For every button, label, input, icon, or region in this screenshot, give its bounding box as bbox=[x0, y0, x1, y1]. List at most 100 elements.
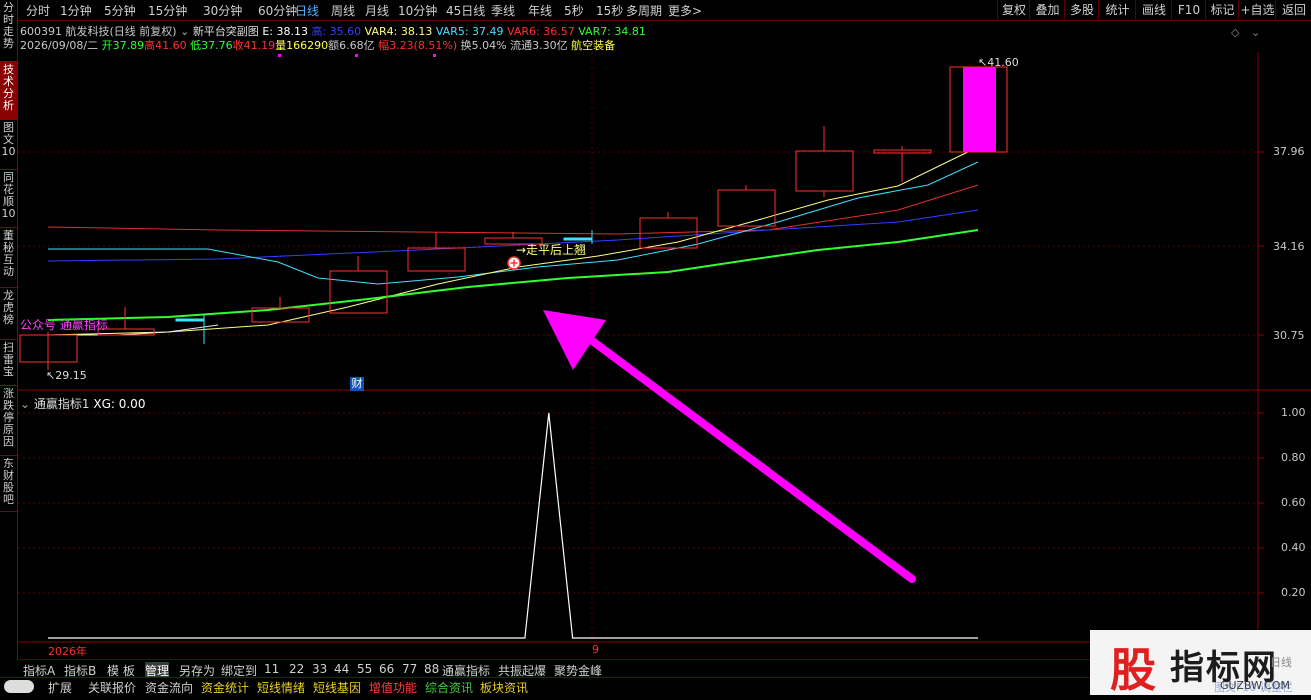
period-1[interactable]: 1分钟 bbox=[60, 2, 92, 19]
period-15[interactable]: 多周期 bbox=[626, 2, 662, 19]
indicator-tab-10[interactable]: 55 bbox=[357, 662, 372, 676]
quote-high: 高41.60 bbox=[144, 39, 187, 52]
indicator-tab-9[interactable]: 44 bbox=[334, 662, 349, 676]
site-watermark: 股 指标网 GUZBW.COM 日线 图文F10 调整栏 bbox=[1090, 630, 1311, 697]
quote-close: 收41.19 bbox=[232, 39, 276, 52]
quote-line: 2026/09/08/二 开37.89高41.60 低37.76收41.19量1… bbox=[20, 37, 615, 53]
quote-float: 流通3.30亿 bbox=[510, 39, 568, 52]
quote-low: 低37.76 bbox=[190, 39, 233, 52]
price-axis-label: 37.96 bbox=[1273, 145, 1305, 158]
finance-badge[interactable]: 财 bbox=[350, 377, 364, 391]
toolbar-button-1[interactable]: 叠加 bbox=[1029, 0, 1065, 20]
ma-red-line bbox=[47, 184, 979, 235]
chevron-down-icon[interactable]: ⌄ bbox=[1251, 26, 1260, 39]
promo-text: 公众号 通赢指标 bbox=[20, 318, 108, 332]
indicator-tab-13[interactable]: 88 bbox=[424, 662, 439, 676]
arrow-annotation bbox=[543, 310, 916, 583]
watermark-tag: 日线 bbox=[1270, 656, 1292, 669]
period-10[interactable]: 45日线 bbox=[446, 2, 485, 19]
low-marker: ↖29.15 bbox=[46, 369, 87, 382]
price-axis-label: 30.75 bbox=[1273, 329, 1305, 342]
watermark-logo-char: 股 bbox=[1110, 643, 1156, 697]
period-6[interactable]: 日线 bbox=[295, 2, 319, 19]
kline-chart[interactable] bbox=[18, 52, 1311, 657]
quote-amount: 额6.68亿 bbox=[328, 39, 375, 52]
info-tab-8[interactable]: 板块资讯 bbox=[480, 679, 528, 696]
indicator-title: 通赢指标1 bbox=[33, 397, 90, 411]
period-0[interactable]: 分时 bbox=[26, 2, 50, 19]
toolbar-button-7[interactable]: +自选 bbox=[1238, 0, 1276, 20]
info-tab-1[interactable]: 关联报价 bbox=[88, 679, 136, 696]
side-tab-0[interactable]: 分时走势 bbox=[0, 0, 17, 62]
signal-annotation: →走平后上翘 bbox=[516, 243, 587, 257]
quote-volume: 量166290 bbox=[275, 39, 329, 52]
info-tab-2[interactable]: 资金流向 bbox=[145, 679, 193, 696]
quote-open: 开37.89 bbox=[101, 39, 145, 52]
side-tab-8[interactable]: 东财股吧 bbox=[0, 456, 17, 512]
indicator-tab-6[interactable]: 11 bbox=[264, 662, 279, 676]
toolbar-button-0[interactable]: 复权 bbox=[997, 0, 1030, 20]
quote-sector: 航空装备 bbox=[571, 39, 616, 52]
period-7[interactable]: 周线 bbox=[331, 2, 355, 19]
toolbar-button-6[interactable]: 标记 bbox=[1205, 0, 1239, 20]
indicator-header: ⌄ 通赢指标1 XG: 0.00 bbox=[20, 395, 145, 412]
toolbar-button-8[interactable]: 返回 bbox=[1275, 0, 1311, 20]
indicator-axis-label: 0.40 bbox=[1281, 541, 1306, 554]
toolbar-button-2[interactable]: 多股 bbox=[1064, 0, 1099, 20]
period-11[interactable]: 季线 bbox=[491, 2, 515, 19]
period-8[interactable]: 月线 bbox=[365, 2, 389, 19]
info-tab-5[interactable]: 短线基因 bbox=[313, 679, 361, 696]
candles bbox=[19, 66, 1008, 370]
indicator-tab-7[interactable]: 22 bbox=[289, 662, 304, 676]
info-tab-bar: 扩展 关联报价 资金流向 资金统计 短线情绪 短线基因 增值功能 综合资讯 板块资讯 bbox=[0, 677, 1090, 696]
left-side-tabs: 分时走势 技术分析 图文10 同花顺10 董秘互动 龙虎榜 扫雷宝 涨跌停原因 东财股吧 bbox=[0, 0, 18, 660]
indicator-tab-bar: 指标A 指标B 模 板管理 另存为 绑定到 11 22 33 44 55 66 77 88 通赢指标 共振起… bbox=[19, 659, 1099, 679]
toolbar-button-5[interactable]: F10 bbox=[1171, 0, 1206, 20]
side-tab-3[interactable]: 同花顺10 bbox=[0, 170, 17, 228]
info-tab-3[interactable]: 资金统计 bbox=[201, 679, 249, 696]
info-tab-7[interactable]: 综合资讯 bbox=[425, 679, 473, 696]
period-5[interactable]: 60分钟 bbox=[258, 2, 297, 19]
x-axis-year: 2026年 bbox=[48, 645, 87, 658]
indicator-axis-label: 0.80 bbox=[1281, 451, 1306, 464]
x-axis-month: 9 bbox=[592, 643, 599, 656]
period-12[interactable]: 年线 bbox=[528, 2, 552, 19]
indicator-axis-label: 0.20 bbox=[1281, 586, 1306, 599]
period-4[interactable]: 30分钟 bbox=[203, 2, 242, 19]
chevron-down-icon[interactable]: ⌄ bbox=[20, 397, 30, 411]
side-tab-7[interactable]: 涨跌停原因 bbox=[0, 386, 17, 456]
side-tab-5[interactable]: 龙虎榜 bbox=[0, 288, 17, 340]
side-tab-6[interactable]: 扫雷宝 bbox=[0, 340, 17, 386]
info-tab-0[interactable]: 扩展 bbox=[48, 679, 72, 696]
high-marker: ↖41.60 bbox=[978, 56, 1019, 69]
period-13[interactable]: 5秒 bbox=[564, 2, 584, 19]
quote-change: 幅3.23(8.51%) bbox=[378, 39, 458, 52]
period-9[interactable]: 10分钟 bbox=[398, 2, 437, 19]
side-tab-2[interactable]: 图文10 bbox=[0, 120, 17, 170]
toggle-switch[interactable] bbox=[4, 680, 34, 693]
indicator-axis-label: 1.00 bbox=[1281, 406, 1306, 419]
xg-value: XG: 0.00 bbox=[93, 397, 146, 411]
diamond-icon[interactable]: ◇ bbox=[1231, 26, 1239, 39]
side-tab-4[interactable]: 董秘互动 bbox=[0, 228, 17, 288]
toolbar-button-4[interactable]: 画线 bbox=[1135, 0, 1172, 20]
info-tab-4[interactable]: 短线情绪 bbox=[257, 679, 305, 696]
side-tab-1[interactable]: 技术分析 bbox=[0, 62, 17, 120]
indicator-axis-label: 0.60 bbox=[1281, 496, 1306, 509]
info-tab-6[interactable]: 增值功能 bbox=[369, 679, 417, 696]
indicator-tab-12[interactable]: 77 bbox=[402, 662, 417, 676]
period-3[interactable]: 15分钟 bbox=[148, 2, 187, 19]
period-2[interactable]: 5分钟 bbox=[104, 2, 136, 19]
indicator-tab-11[interactable]: 66 bbox=[379, 662, 394, 676]
indicator-tab-8[interactable]: 33 bbox=[312, 662, 327, 676]
ma-yellow-line bbox=[47, 146, 979, 336]
toolbar-button-3[interactable]: 统计 bbox=[1098, 0, 1136, 20]
period-16[interactable]: 更多> bbox=[668, 2, 702, 19]
period-14[interactable]: 15秒 bbox=[596, 2, 623, 19]
price-axis-label: 34.16 bbox=[1273, 240, 1305, 253]
period-toolbar: 分时 1分钟 5分钟 15分钟 30分钟 60分钟 日线 周线 月线 10分钟 45日线 季线 年线 5秒… bbox=[0, 0, 1311, 21]
f10-overlay[interactable]: 图文F10 调整栏 bbox=[1214, 679, 1293, 695]
quote-date: 2026/09/08/二 bbox=[20, 39, 99, 52]
quote-turnover: 换5.04% bbox=[460, 39, 507, 52]
signal-marker bbox=[507, 256, 521, 270]
